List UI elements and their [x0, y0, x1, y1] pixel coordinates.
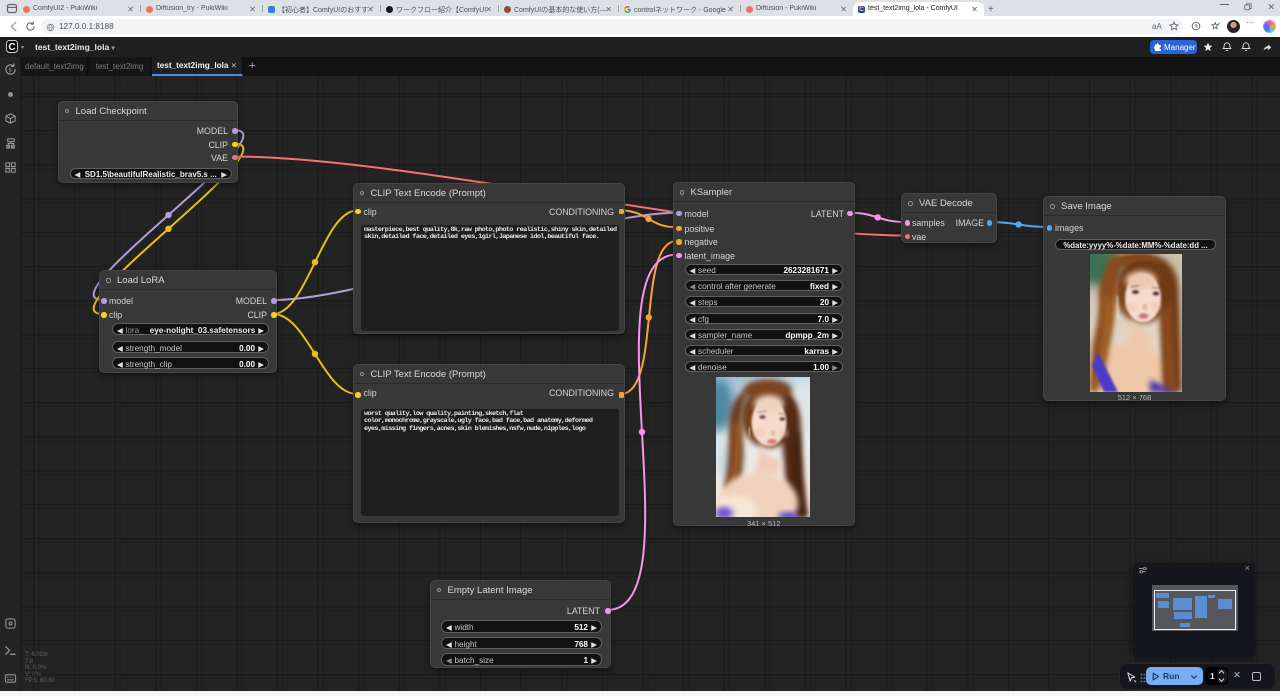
svg-text:5: 5: [9, 68, 12, 74]
